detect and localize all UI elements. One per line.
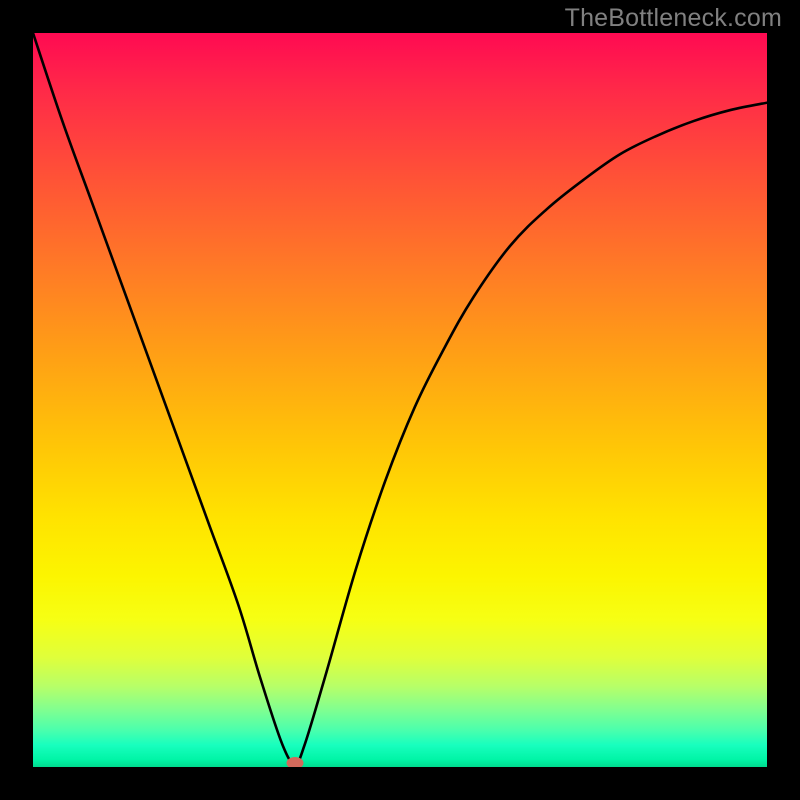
curve-svg	[33, 33, 767, 767]
bottleneck-curve-path	[33, 33, 767, 763]
watermark-text: TheBottleneck.com	[565, 4, 782, 33]
optimum-marker	[287, 757, 304, 767]
chart-frame: TheBottleneck.com	[0, 0, 800, 800]
plot-area	[33, 33, 767, 767]
